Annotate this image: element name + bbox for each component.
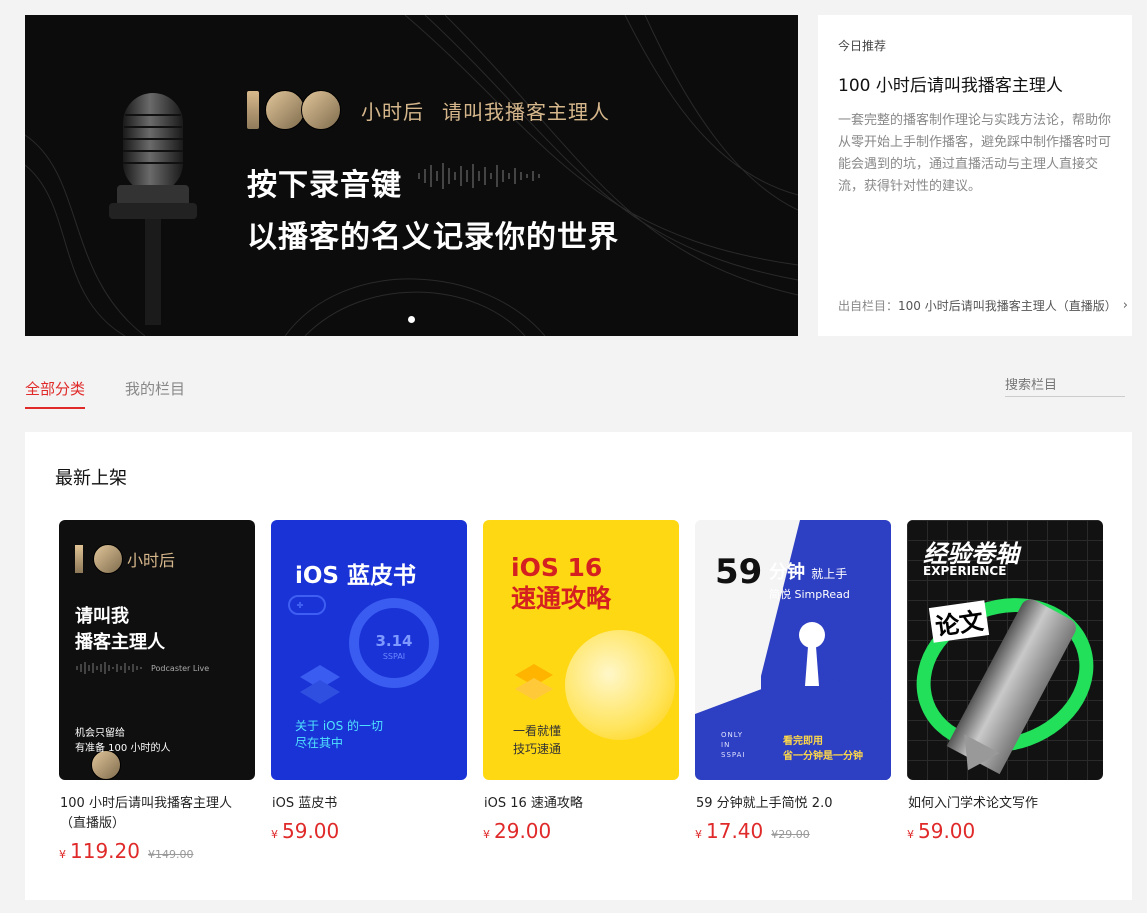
product-price: 17.40 (706, 819, 764, 843)
product-cover-image[interactable]: iOS 16 速通攻略 一看就懂 技巧速通 (483, 520, 679, 780)
logo-100-mark (247, 90, 347, 130)
cover-tag-line2: IN (721, 741, 731, 749)
product-price: 29.00 (494, 819, 552, 843)
product-price: 59.00 (282, 819, 340, 843)
product-card[interactable]: 论文 经验卷轴 EXPERIENCE 如何入门学术论文写作 ¥ 59.00 (907, 520, 1103, 863)
price-row: ¥ 119.20 ¥149.00 (59, 839, 255, 863)
cover-title-line2: 速通攻略 (511, 584, 612, 613)
cover-title: iOS 16 速通攻略 (511, 552, 611, 614)
recommendation-tag: 今日推荐 (838, 39, 887, 53)
audio-wave-icon (418, 163, 540, 189)
cover-logo-suffix: 小时后 (127, 551, 176, 570)
cover-bottom-text: 看完即用 省一分钟是一分钟 (783, 734, 863, 764)
new-arrivals-panel: 最新上架 小时后 请叫我 播客主理人 Podcaster Live 机会只留给 … (25, 432, 1132, 900)
cover-number: 59 (715, 552, 763, 592)
hero-logo-subtitle: 请叫我播客主理人 (442, 99, 610, 124)
cover-bottom-line1: 机会只留给 (75, 728, 125, 739)
product-card[interactable]: 59 分钟 就上手 简悦 SimpRead ONLY IN SSPAI 看完即用… (695, 520, 891, 863)
cover-title: iOS 蓝皮书 (295, 563, 417, 589)
product-name[interactable]: 100 小时后请叫我播客主理人（直播版） (59, 794, 255, 834)
product-name[interactable]: 如何入门学术论文写作 (907, 794, 1103, 814)
currency-symbol: ¥ (59, 848, 66, 861)
product-name[interactable]: 59 分钟就上手简悦 2.0 (695, 794, 891, 814)
today-recommendation-card[interactable]: 今日推荐 100 小时后请叫我播客主理人 一套完整的播客制作理论与实践方法论，帮… (818, 15, 1132, 336)
cover-bottom-text: 关于 iOS 的一切 尽在其中 (295, 718, 383, 752)
hero-logo: 小时后 请叫我播客主理人 (247, 90, 610, 130)
currency-symbol: ¥ (483, 828, 490, 841)
cover-subtitle: EXPERIENCE (923, 564, 1007, 578)
cover-bottom-line2: 技巧速通 (513, 742, 562, 756)
layers-icon (300, 665, 340, 704)
cover-bottom-line2: 有准备 100 小时的人 (75, 743, 171, 754)
product-price: 59.00 (918, 819, 976, 843)
layers-icon (515, 664, 553, 700)
price-row: ¥ 59.00 (271, 819, 467, 843)
cover-logo: 小时后 (75, 544, 176, 780)
recommendation-description: 一套完整的播客制作理论与实践方法论，帮助你从零开始上手制作播客，避免踩中制作播客… (838, 113, 1112, 194)
cover-tag-line3: SSPAI (721, 751, 746, 759)
cover-title-small: 就上手 (811, 567, 848, 581)
cover-title-line1: iOS 16 (511, 553, 603, 582)
cover-tag: Podcaster Live (75, 662, 209, 674)
hero-headline-1: 按下录音键 (247, 168, 402, 203)
chevron-right-icon: › (1122, 298, 1128, 313)
cover-title: 请叫我 播客主理人 (75, 604, 165, 656)
price-row: ¥ 17.40 ¥29.00 (695, 819, 891, 843)
product-cover-image[interactable]: iOS 蓝皮书 3.14 SSPAI 关于 iOS 的一切 尽在其中 (271, 520, 467, 780)
cover-bottom-line1: 看完即用 (783, 736, 823, 747)
source-label: 出自栏目： (838, 299, 899, 313)
product-card[interactable]: iOS 蓝皮书 3.14 SSPAI 关于 iOS 的一切 尽在其中 iOS 蓝… (271, 520, 467, 863)
cover-tag-text: Podcaster Live (151, 663, 210, 673)
cover-subtitle: 简悦 SimpRead (769, 588, 850, 601)
microphone-icon (109, 93, 197, 325)
cover-tag: ONLY IN SSPAI (721, 730, 746, 760)
lightbulb-icon (565, 630, 675, 740)
product-price: 119.20 (70, 839, 140, 863)
product-cover-image[interactable]: 论文 经验卷轴 EXPERIENCE (907, 520, 1103, 780)
category-tabs: 全部分类 我的栏目 (25, 378, 185, 409)
cover-title: 分钟 就上手 (769, 558, 847, 584)
product-name[interactable]: iOS 16 速通攻略 (483, 794, 679, 814)
cover-bottom-line2: 省一分钟是一分钟 (783, 751, 863, 762)
price-row: ¥ 29.00 (483, 819, 679, 843)
price-row: ¥ 59.00 (907, 819, 1103, 843)
hero-logo-suffix: 小时后 (361, 99, 424, 124)
cover-tag-line1: ONLY (721, 731, 743, 739)
tab-my-columns[interactable]: 我的栏目 (125, 378, 185, 409)
gamepad-icon (288, 595, 326, 615)
cover-bottom-text: 机会只留给 有准备 100 小时的人 (75, 726, 170, 756)
product-card[interactable]: iOS 16 速通攻略 一看就懂 技巧速通 iOS 16 速通攻略 ¥ 29.0… (483, 520, 679, 863)
cover-version: 3.14 (375, 632, 413, 650)
tab-all-categories[interactable]: 全部分类 (25, 378, 86, 409)
cover-bottom-line1: 一看就懂 (513, 724, 562, 738)
original-price: ¥29.00 (771, 828, 810, 841)
recommendation-title[interactable]: 100 小时后请叫我播客主理人 (838, 71, 1112, 96)
audio-wave-icon (76, 662, 142, 674)
cover-brand: SSPAI (382, 652, 406, 661)
cover-bottom-text: 一看就懂 技巧速通 (513, 722, 561, 758)
currency-symbol: ¥ (695, 828, 702, 841)
cover-bottom-line2: 尽在其中 (295, 736, 344, 750)
cover-title-line1: 请叫我 (75, 606, 129, 627)
product-name[interactable]: iOS 蓝皮书 (271, 794, 467, 814)
search-columns-input[interactable] (1005, 378, 1125, 397)
product-card[interactable]: 小时后 请叫我 播客主理人 Podcaster Live 机会只留给 有准备 1… (59, 520, 255, 863)
currency-symbol: ¥ (271, 828, 278, 841)
product-list: 小时后 请叫我 播客主理人 Podcaster Live 机会只留给 有准备 1… (59, 520, 1103, 863)
section-title: 最新上架 (55, 468, 127, 489)
cover-title-line2: 播客主理人 (75, 632, 165, 653)
cover-title-main: 分钟 (769, 562, 805, 583)
original-price: ¥149.00 (147, 848, 194, 861)
currency-symbol: ¥ (907, 828, 914, 841)
hero-headline-2: 以播客的名义记录你的世界 (247, 220, 619, 255)
source-column-name: 100 小时后请叫我播客主理人（直播版） (898, 299, 1117, 313)
carousel-indicator-dot[interactable] (408, 316, 415, 323)
product-cover-image[interactable]: 小时后 请叫我 播客主理人 Podcaster Live 机会只留给 有准备 1… (59, 520, 255, 780)
cover-bottom-line1: 关于 iOS 的一切 (295, 719, 384, 733)
version-ring: 3.14 SSPAI (349, 598, 439, 688)
product-cover-image[interactable]: 59 分钟 就上手 简悦 SimpRead ONLY IN SSPAI 看完即用… (695, 520, 891, 780)
hero-banner[interactable]: 小时后 请叫我播客主理人 按下录音键 以播客的名义记录你的世界 (25, 15, 798, 336)
recommendation-source-link[interactable]: 出自栏目： 100 小时后请叫我播客主理人（直播版） › (838, 297, 1128, 314)
